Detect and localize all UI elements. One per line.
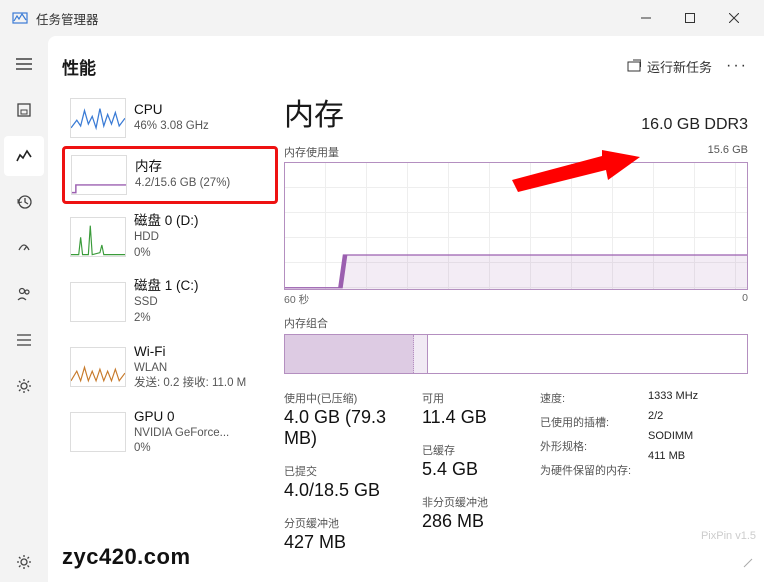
nav-menu-button[interactable] [4,44,44,84]
nav-startup-icon[interactable] [4,228,44,268]
nav-services-icon[interactable] [4,366,44,406]
nav-history-icon[interactable] [4,182,44,222]
stat-cached: 5.4 GB [422,459,532,480]
axis-right: 0 [742,292,748,307]
detail-pane: 内存 16.0 GB DDR3 内存使用量 15.6 GB 60 秒 0 [284,90,748,574]
sidebar-item-gpu[interactable]: GPU 0NVIDIA GeForce...0% [62,400,278,465]
resource-list: CPU46% 3.08 GHz 内存4.2/15.6 GB (27%) 磁盘 0… [62,90,278,574]
stat-slots: 2/2 [648,410,738,422]
nav-settings-icon[interactable] [4,542,44,582]
window-title: 任务管理器 [36,9,99,28]
detail-title: 内存 [284,90,344,134]
memory-composition-bar [284,334,748,374]
nav-users-icon[interactable] [4,274,44,314]
app-icon [12,10,28,26]
nav-details-icon[interactable] [4,320,44,360]
maximize-button[interactable] [668,0,712,36]
title-bar: 任务管理器 [0,0,764,36]
chart-max: 15.6 GB [708,144,748,160]
sidebar-item-disk-0[interactable]: 磁盘 0 (D:)HDD0% [62,204,278,269]
run-task-icon [627,59,641,73]
run-task-button[interactable]: 运行新任务 [627,57,712,76]
content-panel: 性能 运行新任务 ··· CPU46% 3.08 GHz 内存4.2/15.6 … [48,36,764,582]
stat-speed: 1333 MHz [648,390,738,402]
memory-stats: 使用中(已压缩)4.0 GB (79.3 MB) 已提交4.0/18.5 GB … [284,390,748,553]
minimize-button[interactable] [624,0,668,36]
stat-hw-reserved: 411 MB [648,450,738,462]
memory-capacity: 16.0 GB DDR3 [641,116,748,134]
chart-label: 内存使用量 [284,144,339,160]
stat-nonpaged: 286 MB [422,511,532,532]
sidebar-item-wifi[interactable]: Wi-FiWLAN发送: 0.2 接收: 11.0 M [62,335,278,400]
page-title: 性能 [62,54,96,79]
memory-usage-chart [284,162,748,290]
more-button[interactable]: ··· [726,57,748,75]
sidebar-item-cpu[interactable]: CPU46% 3.08 GHz [62,90,278,146]
composition-label: 内存组合 [284,315,748,331]
stat-committed: 4.0/18.5 GB [284,480,414,501]
stat-paged: 427 MB [284,532,414,553]
watermark-text: zyc420.com [62,544,191,570]
stat-used: 4.0 GB (79.3 MB) [284,407,414,449]
nav-rail [0,36,48,582]
stat-available: 11.4 GB [422,407,532,428]
pixpin-watermark: PixPin v1.5 [701,530,756,542]
close-button[interactable] [712,0,756,36]
nav-performance-icon[interactable] [4,136,44,176]
sidebar-item-disk-1[interactable]: 磁盘 1 (C:)SSD2% [62,269,278,334]
resize-grip-icon[interactable] [742,557,754,572]
sidebar-item-memory[interactable]: 内存4.2/15.6 GB (27%) [62,146,278,204]
nav-processes-icon[interactable] [4,90,44,130]
axis-left: 60 秒 [284,292,309,307]
stat-formfactor: SODIMM [648,430,738,442]
